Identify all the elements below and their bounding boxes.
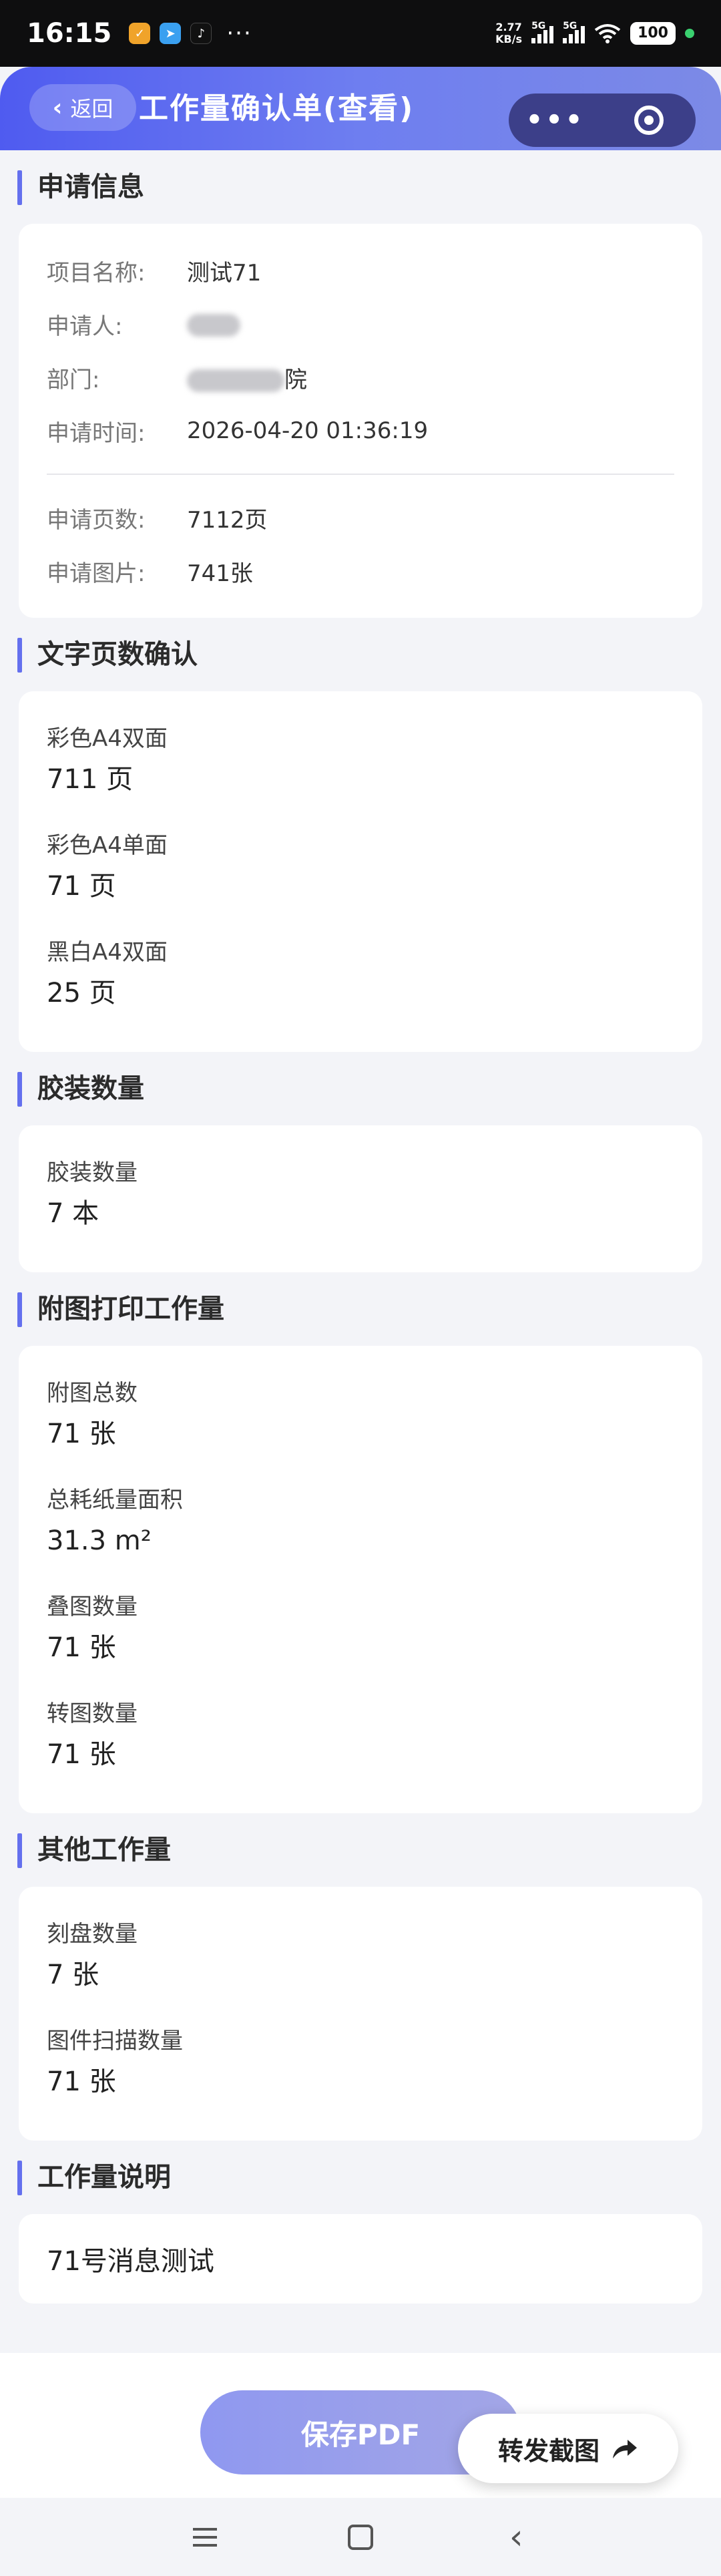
metric-label: 总耗纸量面积 [47,1487,183,1513]
page-title: 工作量确认单(查看) [139,91,415,126]
section-title: 申请信息 [0,150,721,224]
metric-item: 总耗纸量面积 31.3 m² [47,1473,674,1580]
metric-value: 31.3 m² [47,1525,152,1556]
metric-value: 71 张 [47,1419,116,1449]
info-value: 741张 [187,560,253,587]
metric-label: 黑白A4双面 [47,939,168,966]
action-bar: 保存PDF 转发截图 [0,2353,721,2498]
divider [47,474,674,475]
home-icon [347,2524,373,2550]
application-info-card: 项目名称: 测试71 申请人: 部门: 院 申请时间: 2026-04-20 0… [19,224,702,618]
more-notifications-icon: ··· [226,20,252,47]
metric-label: 胶装数量 [47,1159,138,1186]
metric-value: 71 页 [47,871,116,902]
metric-item: 附图总数 71 张 [47,1366,674,1473]
app-notification-icon: ✓ [129,23,151,44]
metric-label: 彩色A4双面 [47,725,168,752]
more-menu-icon[interactable]: ••• [509,105,602,136]
metric-label: 叠图数量 [47,1594,138,1620]
metric-item: 彩色A4单面 71 页 [47,818,674,925]
info-row: 项目名称: 测试71 [47,244,674,297]
metric-value: 7 张 [47,1960,99,1990]
info-value: 2026-04-20 01:36:19 [187,417,429,444]
department-value: 院 [187,361,307,394]
info-row: 申请页数: 7112页 [47,491,674,544]
metric-item: 刻盘数量 7 张 [47,1907,674,2014]
menu-icon [192,2527,217,2547]
system-back-button[interactable]: ‹ [489,2511,543,2564]
metric-item: 彩色A4双面 711 页 [47,711,674,818]
info-label: 项目名称: [47,259,146,287]
status-time: 16:15 [27,18,112,49]
info-row: 申请人: [47,297,674,351]
home-button[interactable] [334,2511,387,2564]
metric-item: 图件扫描数量 71 张 [47,2014,674,2121]
section-title: 文字页数确认 [0,618,721,691]
recent-apps-button[interactable] [178,2511,232,2564]
metric-item: 黑白A4双面 25 页 [47,925,674,1032]
text-pages-card: 彩色A4双面 711 页 彩色A4单面 71 页 黑白A4双面 25 页 [19,691,702,1052]
work-note-text: 71号消息测试 [47,2246,214,2277]
info-label: 申请页数: [47,506,146,534]
info-value: 7112页 [187,506,268,534]
privacy-indicator-dot [685,29,694,38]
section-title: 其他工作量 [0,1813,721,1887]
back-button[interactable]: ‹ 返回 [29,84,136,131]
binding-card: 胶装数量 7 本 [19,1125,702,1272]
metric-value: 7 本 [47,1198,99,1229]
metric-label: 彩色A4单面 [47,832,168,859]
metric-value: 71 张 [47,2066,116,2097]
metric-value: 71 张 [47,1632,116,1663]
metric-item: 转图数量 71 张 [47,1686,674,1793]
share-arrow-icon [613,2440,637,2458]
metric-value: 25 页 [47,978,116,1008]
metric-label: 刻盘数量 [47,1921,138,1948]
back-label: 返回 [70,96,113,122]
tiktok-icon: ♪ [190,23,212,44]
status-indicators: 2.77 KB/s 5G 5G 100 [495,21,694,45]
signal-icon: 5G [563,21,585,43]
metric-value: 71 张 [47,1739,116,1770]
battery-indicator: 100 [630,22,676,45]
wifi-icon [594,24,621,43]
status-app-icons: ✓ ➤ ♪ ··· [129,20,252,47]
metric-label: 转图数量 [47,1700,138,1727]
info-value: 测试71 [187,259,262,287]
system-nav-bar: ‹ [0,2498,721,2576]
target-icon [634,106,664,135]
metric-item: 胶装数量 7 本 [47,1145,674,1252]
figure-print-card: 附图总数 71 张 总耗纸量面积 31.3 m² 叠图数量 71 张 转图数量 … [19,1346,702,1813]
info-label: 部门: [47,366,100,393]
network-speed: 2.77 KB/s [495,21,523,45]
metric-label: 图件扫描数量 [47,2028,183,2054]
main-content: 申请信息 项目名称: 测试71 申请人: 部门: 院 申请时间: 2026-04… [0,150,721,2304]
metric-value: 711 页 [47,764,134,795]
other-work-card: 刻盘数量 7 张 图件扫描数量 71 张 [19,1887,702,2141]
applicant-value-redacted [187,311,240,337]
share-screenshot-button[interactable]: 转发截图 [458,2414,678,2483]
section-title: 工作量说明 [0,2141,721,2214]
chevron-left-icon: ‹ [509,2517,523,2557]
info-label: 申请人: [47,313,123,340]
info-row: 申请时间: 2026-04-20 01:36:19 [47,404,674,457]
info-label: 申请图片: [47,560,146,587]
page-header: ‹ 返回 工作量确认单(查看) ••• [0,67,721,150]
miniprogram-capsule: ••• [509,94,696,147]
share-screenshot-label: 转发截图 [497,2436,599,2466]
status-bar: 16:15 ✓ ➤ ♪ ··· 2.77 KB/s 5G 5G 100 [0,0,721,67]
signal-icon: 5G [531,21,554,43]
work-note-card: 71号消息测试 [19,2214,702,2304]
metric-item: 叠图数量 71 张 [47,1580,674,1686]
info-row: 申请图片: 741张 [47,544,674,598]
close-miniprogram-button[interactable] [602,106,696,135]
section-title: 附图打印工作量 [0,1272,721,1346]
telegram-icon: ➤ [160,23,182,44]
section-title: 胶装数量 [0,1052,721,1125]
chevron-left-icon: ‹ [52,94,63,122]
info-row: 部门: 院 [47,351,674,404]
info-label: 申请时间: [47,419,146,447]
metric-label: 附图总数 [47,1380,138,1407]
